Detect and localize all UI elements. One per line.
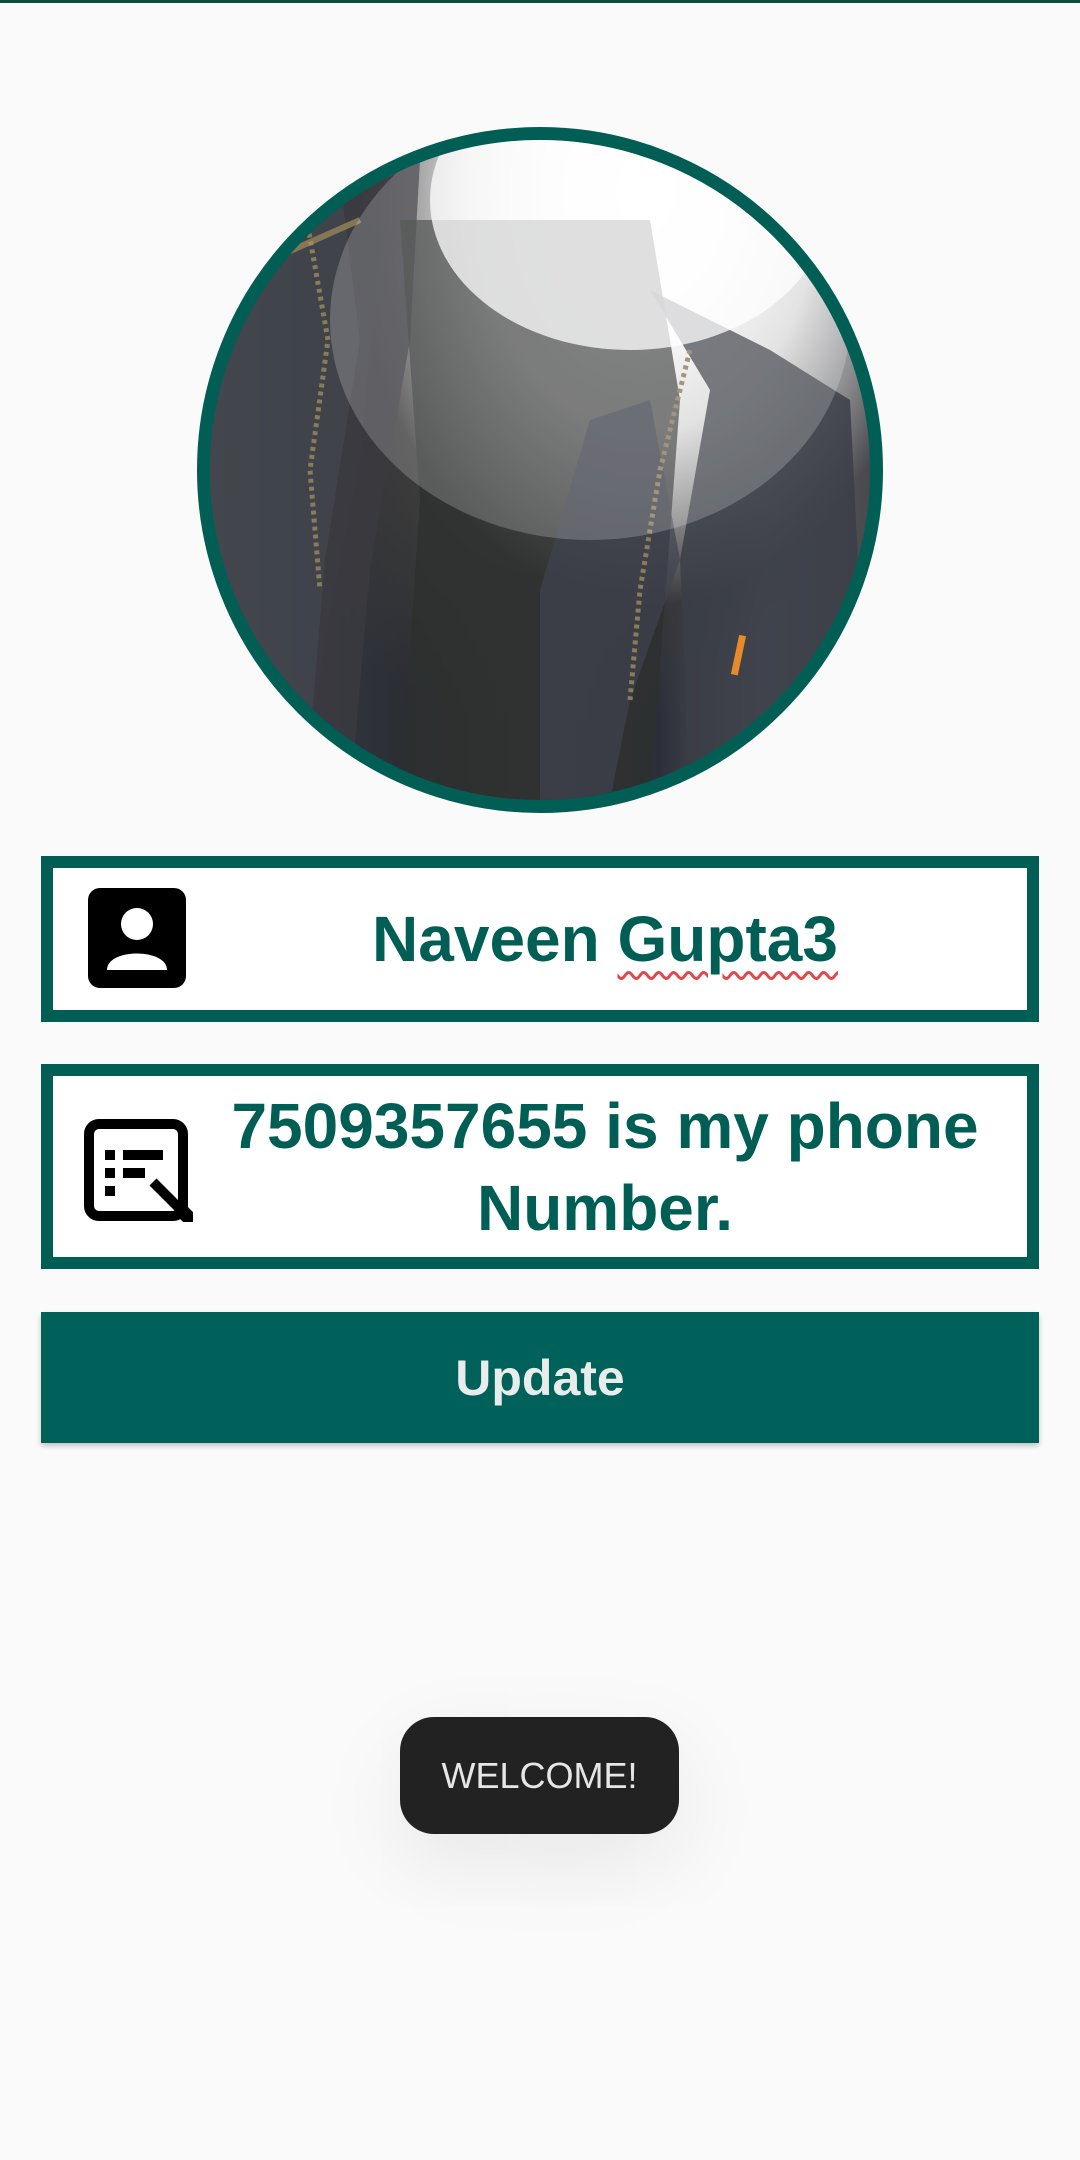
profile-photo[interactable] — [197, 127, 883, 813]
update-button[interactable]: Update — [41, 1312, 1039, 1443]
profile-photo-image — [210, 140, 870, 800]
name-text[interactable]: Naveen Gupta3 — [193, 898, 1017, 980]
top-divider — [0, 0, 1080, 3]
phone-field[interactable]: 7509357655 is my phone Number. — [41, 1064, 1039, 1269]
edit-form-icon — [84, 1118, 193, 1222]
welcome-toast: WELCOME! — [400, 1717, 679, 1834]
phone-text[interactable]: 7509357655 is my phone Number. — [193, 1085, 1017, 1249]
name-field[interactable]: Naveen Gupta3 — [41, 856, 1039, 1022]
name-last: Gupta3 — [617, 903, 838, 975]
person-badge-icon — [88, 888, 186, 988]
name-first: Naveen — [372, 903, 618, 975]
